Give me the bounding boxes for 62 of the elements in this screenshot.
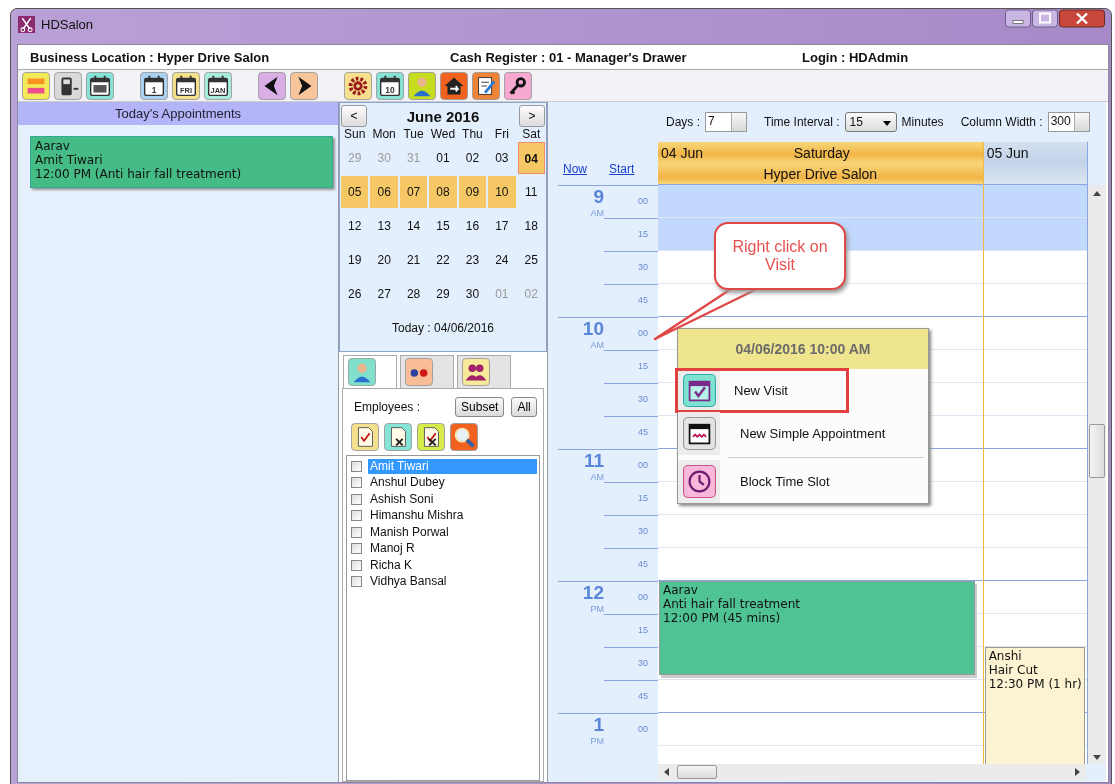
- employees-label: Employees :: [354, 400, 421, 414]
- minute-label: 15: [638, 493, 648, 503]
- service-name: Hair Cut: [988, 663, 1039, 677]
- hour-label: 9: [593, 186, 604, 208]
- minute-label: 45: [638, 427, 648, 437]
- weekday-label: Fri: [493, 127, 510, 141]
- weekday-label: Mon: [371, 127, 397, 141]
- panel-header: Today's Appointments: [18, 102, 338, 125]
- days-label: Days :: [666, 115, 700, 129]
- appointment-detail: 12:00 PM (Anti hair fall treatment): [35, 167, 243, 181]
- column-width-label: Column Width :: [960, 115, 1043, 129]
- employee-name: Amit Tiwari: [35, 153, 104, 167]
- column-date: 04 Jun: [661, 144, 704, 161]
- service-name: Anti hair fall treatment: [663, 597, 801, 611]
- am-pm-label: AM: [590, 208, 604, 218]
- minute-label: 00: [638, 196, 648, 206]
- minutes-label: Minutes: [901, 115, 944, 129]
- minute-label: 30: [638, 262, 648, 272]
- callout-tooltip: Right click on Visit: [714, 222, 846, 290]
- today-label: Today : 04/06/2016: [390, 321, 496, 335]
- hour-label: 1: [593, 714, 604, 736]
- am-pm-label: AM: [590, 472, 604, 482]
- location-label: Business Location :: [30, 49, 154, 65]
- weekday-label: Sat: [521, 127, 542, 141]
- month-title: June 2016: [406, 107, 480, 125]
- am-pm-label: AM: [590, 340, 604, 350]
- minute-label: 00: [638, 592, 648, 602]
- minute-label: 15: [638, 229, 648, 239]
- minute-label: 15: [638, 361, 648, 371]
- hour-label: 12: [582, 582, 604, 604]
- appointment-time: 12:00 PM (45 mins): [663, 611, 782, 625]
- minute-label: 00: [638, 724, 648, 734]
- minute-label: 00: [638, 460, 648, 470]
- weekday-label: Sun: [343, 127, 367, 141]
- minute-label: 45: [638, 559, 648, 569]
- am-pm-label: PM: [590, 604, 604, 614]
- weekday-label: Wed: [429, 127, 457, 141]
- location-value: Hyper Drive Salon: [157, 49, 270, 65]
- client-name: Anshi: [988, 649, 1023, 663]
- client-name: Aarav: [663, 583, 699, 597]
- column-date: 05 Jun: [986, 144, 1029, 161]
- menu-header: 04/06/2016 10:00 AM: [678, 329, 928, 369]
- cash-register-text: Cash Register : 01 - Manager's Drawer: [450, 49, 688, 65]
- minute-label: 30: [638, 394, 648, 404]
- hour-label: 10: [582, 318, 604, 340]
- minute-label: 45: [638, 691, 648, 701]
- weekday-label: Tue: [402, 127, 425, 141]
- minute-label: 45: [638, 295, 648, 305]
- minute-label: 00: [638, 328, 648, 338]
- column-location: Hyper Drive Salon: [763, 165, 878, 182]
- appointment-time: 12:30 PM (1 hr): [988, 677, 1082, 691]
- weekday-label: Thu: [461, 127, 484, 141]
- client-name: Aarav: [35, 139, 71, 153]
- minute-label: 30: [638, 526, 648, 536]
- hour-label: 11: [583, 450, 604, 472]
- interval-label: Time Interval :: [764, 115, 840, 129]
- am-pm-label: PM: [590, 736, 604, 746]
- window-title: HDSalon: [41, 16, 94, 32]
- minute-label: 30: [638, 658, 648, 668]
- login-text: Login : HDAdmin: [802, 49, 909, 65]
- column-weekday: Saturday: [793, 144, 850, 161]
- minute-label: 15: [638, 625, 648, 635]
